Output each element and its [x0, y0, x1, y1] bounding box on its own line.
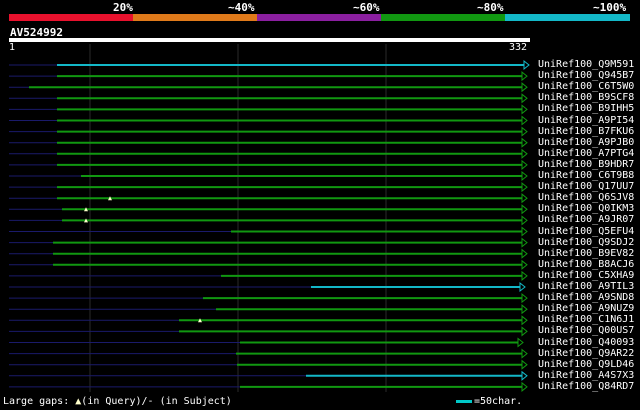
hit-arrow [521, 226, 528, 237]
footer-legend: Large gaps: ▲(in Query)/- (in Subject) [3, 396, 232, 407]
hit-arrow [521, 182, 528, 193]
hit-arrow [521, 381, 528, 392]
hit-label[interactable]: UniRef100_A9PJB0 [538, 137, 634, 148]
hit-arrow [521, 370, 528, 381]
hit-label[interactable]: UniRef100_C6T5W0 [538, 82, 634, 92]
hit-label[interactable]: UniRef100_Q84RD7 [538, 381, 634, 392]
hit-label[interactable]: UniRef100_Q0IKM3 [538, 204, 634, 214]
hit-label[interactable]: UniRef100_Q9SDJ2 [538, 237, 634, 248]
hit-label[interactable]: UniRef100_Q00US7 [538, 326, 634, 336]
scale-legend: =50char. [456, 396, 522, 407]
hit-arrow [521, 82, 528, 93]
hit-label[interactable]: UniRef100_Q9AR22 [538, 348, 634, 359]
hit-arrow [523, 59, 530, 71]
footer-gaps-query: (in Query)/ [81, 396, 148, 407]
hit-arrow [521, 193, 528, 204]
footer-gaps-prefix: Large gaps: [3, 396, 70, 407]
hit-label[interactable]: UniRef100_B7FKU6 [538, 126, 634, 137]
hit-arrow [521, 348, 528, 359]
hit-arrow [521, 148, 528, 159]
hit-arrow [519, 281, 526, 293]
hit-arrow [521, 93, 528, 104]
hit-label[interactable]: UniRef100_A4S7X3 [538, 370, 634, 381]
hit-arrow [521, 115, 528, 126]
hit-label[interactable]: UniRef100_A9SND8 [538, 293, 634, 303]
hit-label[interactable]: UniRef100_A7PTG4 [538, 148, 634, 159]
hit-label[interactable]: UniRef100_B9HDR7 [538, 159, 634, 170]
hit-label[interactable]: UniRef100_Q9M591 [538, 60, 634, 70]
hit-arrow [521, 137, 528, 148]
hit-label[interactable]: UniRef100_Q9LD46 [538, 359, 634, 370]
hit-arrow [521, 159, 528, 170]
hit-label[interactable]: UniRef100_C6T9B8 [538, 171, 634, 181]
hit-arrow [521, 215, 528, 226]
hit-label[interactable]: UniRef100_Q6SJV8 [538, 193, 634, 203]
hit-arrow [521, 170, 528, 182]
hit-arrow [521, 315, 528, 326]
footer-gaps-subject: - (in Subject) [147, 396, 232, 407]
hit-arrow [521, 304, 528, 315]
hit-label[interactable]: UniRef100_B9IHH5 [538, 104, 634, 114]
hit-label[interactable]: UniRef100_Q5EFU4 [538, 226, 634, 237]
hit-label[interactable]: UniRef100_C1N6J1 [538, 315, 634, 325]
hit-arrow [521, 359, 528, 370]
hit-arrow [517, 337, 524, 348]
scale-swatch [456, 399, 472, 403]
hit-arrow [521, 71, 528, 82]
hit-label[interactable]: UniRef100_Q17UU7 [538, 182, 634, 192]
hit-arrow [521, 270, 528, 281]
hit-arrow [521, 104, 528, 115]
hit-label[interactable]: UniRef100_B8ACJ6 [538, 259, 634, 270]
hit-label[interactable]: UniRef100_B9SCF8 [538, 93, 634, 103]
hit-arrow [521, 293, 528, 304]
hit-label[interactable]: UniRef100_A9TIL3 [538, 282, 634, 292]
hit-arrow [521, 204, 528, 215]
hit-label[interactable]: UniRef100_B9EV82 [538, 248, 634, 259]
hit-arrow [521, 326, 528, 337]
hit-arrow [521, 248, 528, 259]
hit-label[interactable]: UniRef100_Q945B7 [538, 71, 634, 81]
hit-arrow [521, 259, 528, 270]
hit-label[interactable]: UniRef100_A9PI54 [538, 115, 634, 126]
hit-arrow [521, 126, 528, 137]
hit-label[interactable]: UniRef100_A9NUZ9 [538, 304, 634, 314]
hit-label[interactable]: UniRef100_C5XHA9 [538, 270, 634, 281]
hit-label[interactable]: UniRef100_A9JR07 [538, 215, 634, 225]
scale-text: =50char. [474, 396, 523, 407]
hit-label[interactable]: UniRef100_Q40093 [538, 337, 634, 348]
hit-arrow [521, 237, 528, 248]
